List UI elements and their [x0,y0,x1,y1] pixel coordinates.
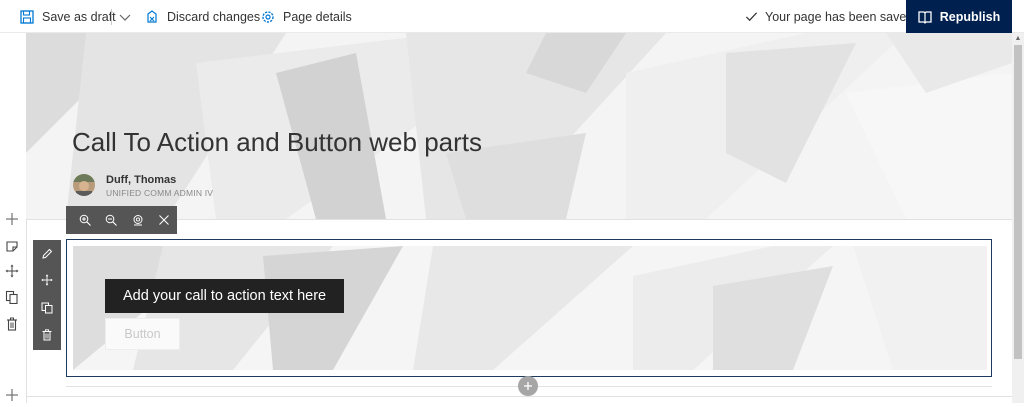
close-zoom-button[interactable] [151,206,177,234]
image-zoom-toolbar [66,206,177,234]
title-region: Call To Action and Button web parts Duff… [26,33,1012,219]
cta-background-image: Add your call to action text here Button [73,246,987,370]
reset-zoom-icon [133,215,143,226]
save-status-text: Your page has been saved [765,9,914,24]
pencil-icon [42,248,53,259]
duplicate-icon [41,302,53,314]
scroll-thumb[interactable] [1014,45,1022,359]
page-details-button[interactable]: Page details [261,0,352,33]
divider [111,9,112,25]
republish-label: Republish [939,9,1001,24]
move-icon [5,264,19,278]
zoom-out-icon [106,214,118,226]
check-icon [745,12,758,22]
cta-text-field[interactable]: Add your call to action text here [105,279,345,313]
delete-section-button[interactable] [5,317,19,331]
book-icon [918,10,932,24]
page-title[interactable]: Call To Action and Button web parts [72,127,482,158]
author-role: UNIFIED COMM ADMIN IV [106,188,214,198]
author-avatar [73,174,95,196]
save-status: Your page has been saved [745,0,913,33]
author-name[interactable]: Duff, Thomas [106,174,176,186]
cta-button[interactable]: Button [105,318,180,350]
save-as-draft-label: Save as draft [42,9,116,24]
move-icon [41,274,53,286]
discard-changes-button[interactable]: Discard changes [145,0,260,33]
command-bar: Save as draft Discard changes Page detai… [0,0,1024,33]
vertical-scrollbar[interactable]: ▲ [1012,33,1024,403]
call-to-action-webpart[interactable]: Add your call to action text here Button [66,239,992,377]
add-section-bottom-button[interactable] [5,388,19,402]
trash-icon [7,317,17,331]
move-section-button[interactable] [5,264,19,278]
duplicate-webpart-button[interactable] [33,294,61,322]
delete-webpart-button[interactable] [33,321,61,349]
edit-section-button[interactable] [5,239,19,253]
plus-icon [6,389,18,401]
chevron-down-icon [119,14,131,21]
zoom-in-icon [79,214,92,226]
plus-icon [524,382,532,390]
page-details-label: Page details [283,9,352,24]
discard-changes-label: Discard changes [167,9,261,24]
duplicate-icon [5,290,18,305]
edit-webpart-button[interactable] [33,240,61,268]
zoom-in-button[interactable] [72,206,98,234]
add-section-button[interactable] [5,212,19,226]
reset-zoom-button[interactable] [125,206,151,234]
plus-icon [6,213,18,225]
edit-section-icon [6,241,18,252]
save-as-draft-button[interactable]: Save as draft [20,0,116,33]
duplicate-section-button[interactable] [5,290,19,305]
scroll-up-arrow-icon[interactable]: ▲ [1012,33,1024,43]
close-icon [158,215,169,225]
section-left-border [26,219,27,403]
move-webpart-button[interactable] [33,266,61,294]
section-bottom-border [26,396,1012,397]
discard-icon [147,9,157,23]
add-webpart-button[interactable] [518,376,538,396]
save-options-dropdown[interactable] [118,0,140,33]
save-icon [20,9,34,24]
zoom-out-button[interactable] [98,206,124,234]
webpart-toolbar [33,240,61,350]
trash-icon [42,329,52,341]
gear-icon [262,10,274,23]
republish-button[interactable]: Republish [906,0,1012,33]
